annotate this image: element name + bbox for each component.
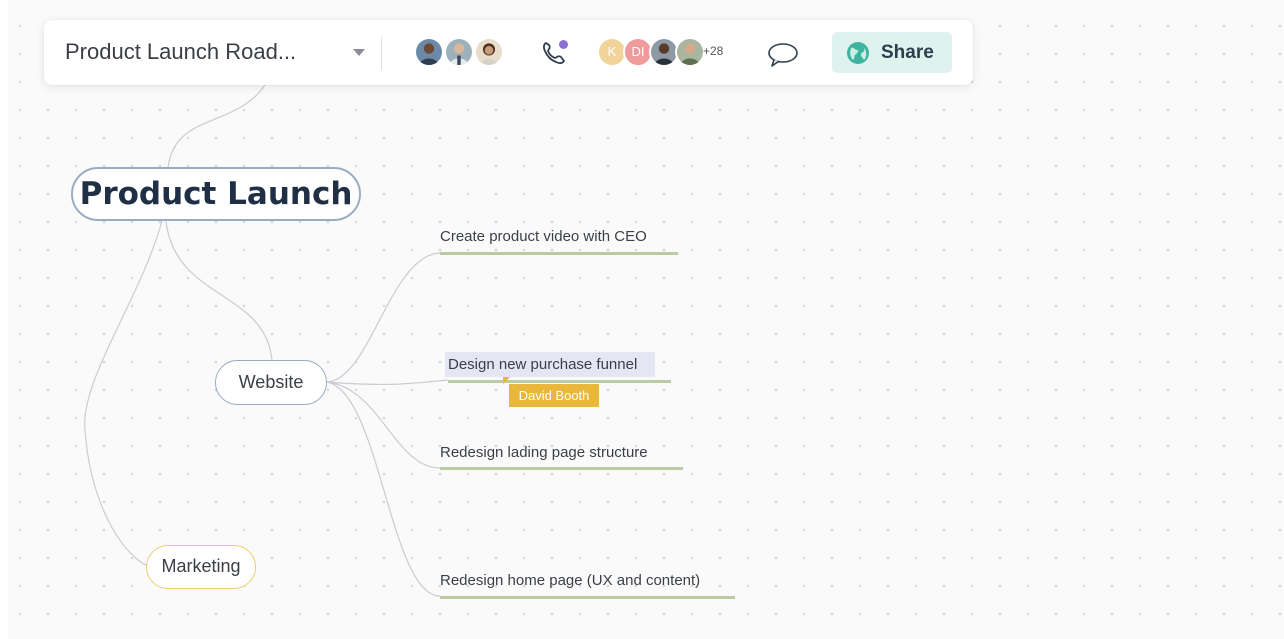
collaborator-avatar[interactable] <box>444 37 474 67</box>
share-button[interactable]: Share <box>832 32 952 73</box>
task-node[interactable]: Create product video with CEO <box>440 228 647 245</box>
participant-avatar[interactable] <box>675 37 705 67</box>
document-title[interactable]: Product Launch Road... <box>65 39 296 65</box>
branch-node-website[interactable]: Website <box>215 360 327 405</box>
collaborator-avatar[interactable] <box>474 37 504 67</box>
more-participants-count[interactable]: +28 <box>703 44 723 58</box>
mindmap-root-node[interactable]: Product Launch <box>71 167 361 221</box>
task-underline <box>448 380 671 383</box>
comment-icon[interactable] <box>766 39 800 69</box>
task-underline <box>440 252 678 255</box>
mindmap-connectors <box>84 79 449 597</box>
task-node[interactable]: Redesign lading page structure <box>440 444 648 461</box>
task-underline <box>440 596 735 599</box>
title-dropdown-icon[interactable] <box>353 49 365 56</box>
task-underline <box>440 467 683 470</box>
collaborator-cursor-label: David Booth <box>509 384 599 407</box>
call-active-indicator <box>559 40 568 49</box>
toolbar-divider <box>381 37 382 70</box>
share-button-label: Share <box>881 42 934 63</box>
collaborator-cursor-icon <box>503 377 510 384</box>
top-toolbar: Product Launch Road... K DI +28 Share <box>44 20 973 85</box>
globe-icon <box>847 42 869 64</box>
task-node[interactable]: Redesign home page (UX and content) <box>440 572 700 589</box>
task-node[interactable]: Design new purchase funnel <box>448 356 637 373</box>
collaborator-avatar[interactable] <box>414 37 444 67</box>
branch-node-marketing[interactable]: Marketing <box>146 545 256 589</box>
